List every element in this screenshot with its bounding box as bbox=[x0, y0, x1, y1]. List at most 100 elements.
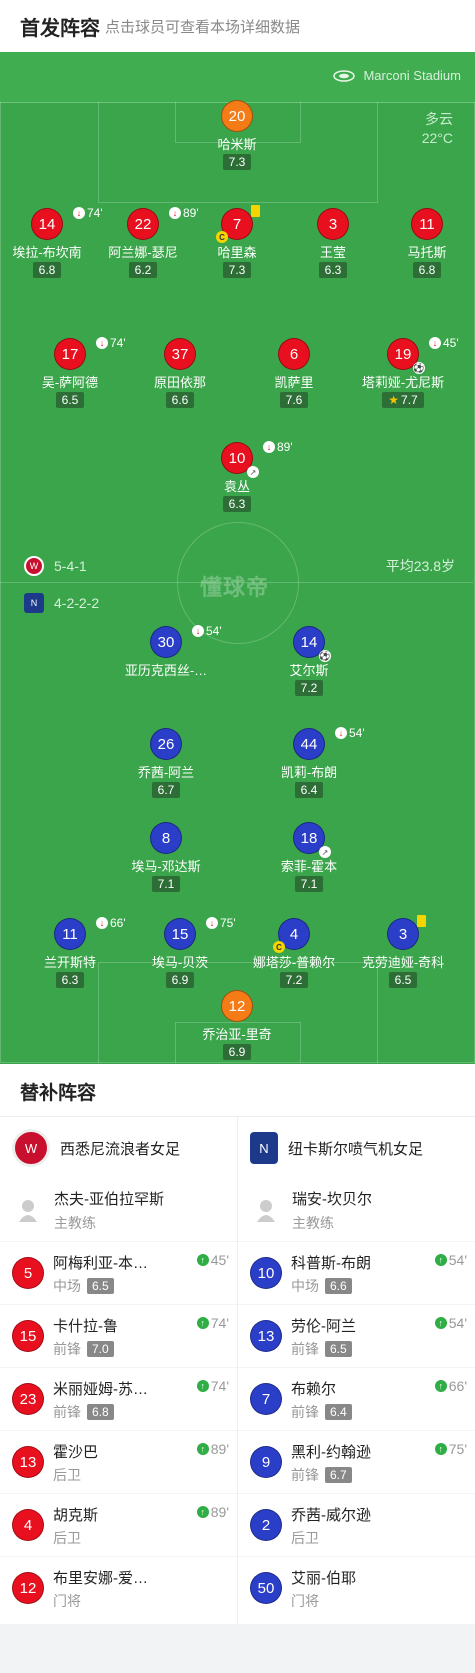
away-player[interactable]: 8 埃马-邓达斯 7.1 bbox=[106, 822, 226, 893]
sub-player-number: 50 bbox=[250, 1572, 282, 1604]
player-rating: 7.3 bbox=[222, 262, 252, 278]
sub-player-number: 12 bbox=[12, 1572, 44, 1604]
home-player-goalkeeper[interactable]: 20 哈米斯 7.3 bbox=[177, 100, 297, 171]
sub-player-row[interactable]: 13 霍沙巴 后卫 ↑ 89' bbox=[0, 1430, 237, 1493]
player-name: 乔茜-阿兰 bbox=[137, 765, 195, 780]
sub-player-name: 布里安娜-爱… bbox=[53, 1570, 148, 1587]
home-team-row[interactable]: W 西悉尼流浪者女足 bbox=[0, 1117, 237, 1179]
sub-off-icon: ↓ bbox=[96, 917, 108, 929]
sub-player-number: 10 bbox=[250, 1257, 282, 1289]
sub-player-row[interactable]: 2 乔茜-威尔逊 后卫 bbox=[238, 1493, 475, 1556]
sub-player-name: 劳伦-阿兰 bbox=[291, 1318, 356, 1335]
sub-player-row[interactable]: 15 卡什拉-鲁 前锋 7.0 ↑ 74' bbox=[0, 1304, 237, 1367]
yellow-card-icon bbox=[417, 915, 426, 927]
sub-player-row[interactable]: 9 黑利-约翰逊 前锋 6.7 ↑ 75' bbox=[238, 1430, 475, 1493]
player-rating: 6.5 bbox=[388, 972, 418, 988]
sub-on-icon: ↑ bbox=[434, 1443, 447, 1455]
sub-on-minute: ↑ 74' bbox=[196, 1315, 229, 1331]
away-coach-row[interactable]: 瑞安-坎贝尔 主教练 bbox=[238, 1179, 475, 1241]
sub-player-position: 后卫 bbox=[53, 1530, 81, 1546]
player-name: 亚历克西丝-… bbox=[124, 663, 208, 678]
away-player[interactable]: 3 克劳迪娅-奇科 6.5 bbox=[343, 915, 463, 989]
player-name: 塔莉娅-尤尼斯 bbox=[361, 375, 445, 390]
sub-player-position: 中场 bbox=[53, 1278, 81, 1294]
pitch: Marconi Stadium 多云 22°C 懂球帝 W 5-4-1 平均23… bbox=[0, 52, 475, 1064]
sub-player-name: 科普斯-布朗 bbox=[291, 1255, 371, 1272]
away-player[interactable]: ↓ 54' 44 凯莉-布朗 6.4 bbox=[249, 726, 369, 799]
coach-avatar-icon bbox=[252, 1196, 280, 1224]
sub-player-number: 2 bbox=[250, 1509, 282, 1541]
sub-on-minute: ↑ 66' bbox=[434, 1378, 467, 1394]
sub-player-rating: 6.7 bbox=[325, 1467, 352, 1483]
sub-player-position: 前锋 bbox=[53, 1404, 81, 1420]
sub-off-marker: ↓ 54' bbox=[192, 624, 222, 638]
player-name: 原田依那 bbox=[153, 375, 206, 390]
away-player[interactable]: 18 ↗ 索菲-霍本 7.1 bbox=[249, 822, 369, 893]
away-player-goalkeeper[interactable]: 12 乔治亚-里奇 6.9 bbox=[177, 990, 297, 1061]
captain-icon: C bbox=[273, 941, 285, 953]
player-number: 17 bbox=[54, 338, 86, 370]
sub-player-meta: 前锋 6.7 bbox=[291, 1465, 352, 1485]
player-name: 凯萨里 bbox=[274, 375, 314, 390]
home-player-forward[interactable]: ↓ 89' 10 ↗ 袁丛 6.3 bbox=[177, 440, 297, 513]
sub-player-position: 前锋 bbox=[291, 1341, 319, 1357]
stadium-info: Marconi Stadium bbox=[333, 68, 461, 83]
home-player[interactable]: 6 凯萨里 7.6 bbox=[234, 338, 354, 409]
home-substitutes: W 西悉尼流浪者女足 杰夫-亚伯拉罕斯 主教练 5 阿梅利亚-本… 中场 6.5 … bbox=[0, 1117, 237, 1619]
sub-player-row[interactable]: 12 布里安娜-爱… 门将 bbox=[0, 1556, 237, 1619]
sub-player-row[interactable]: 4 胡克斯 后卫 ↑ 89' bbox=[0, 1493, 237, 1556]
home-player[interactable]: 37 原田依那 6.6 bbox=[120, 338, 240, 409]
sub-on-icon: ↑ bbox=[196, 1506, 209, 1518]
away-player[interactable]: ↓ 54' 30 亚历克西丝-… bbox=[106, 624, 226, 679]
sub-player-position: 前锋 bbox=[291, 1404, 319, 1420]
temperature-text: 22°C bbox=[421, 130, 453, 146]
away-player-captain[interactable]: 4C 娜塔莎-普赖尔 7.2 bbox=[234, 918, 354, 989]
sub-player-number: 15 bbox=[12, 1320, 44, 1352]
sub-on-icon: ↑ bbox=[434, 1254, 447, 1266]
sub-off-icon: ↓ bbox=[335, 727, 347, 739]
sub-player-row[interactable]: 7 布赖尔 前锋 6.4 ↑ 66' bbox=[238, 1367, 475, 1430]
average-age: 平均23.8岁 bbox=[385, 558, 455, 574]
player-number: 10 ↗ bbox=[221, 442, 259, 478]
home-coach-row[interactable]: 杰夫-亚伯拉罕斯 主教练 bbox=[0, 1179, 237, 1241]
sub-on-icon: ↑ bbox=[196, 1254, 209, 1266]
player-rating: 7.1 bbox=[151, 876, 181, 892]
home-player[interactable]: 11 马托斯 6.8 bbox=[367, 208, 475, 279]
yellow-card-icon bbox=[251, 205, 260, 217]
sub-player-number: 13 bbox=[250, 1320, 282, 1352]
sub-player-row[interactable]: 23 米丽娅姆-苏… 前锋 6.8 ↑ 74' bbox=[0, 1367, 237, 1430]
sub-on-minute: ↑ 74' bbox=[196, 1378, 229, 1394]
player-number: 14 ⚽ bbox=[293, 626, 331, 662]
home-player[interactable]: ↓ 45' 19 ⚽ 塔莉娅-尤尼斯 ★ 7.7 bbox=[343, 336, 463, 409]
player-rating: 6.5 bbox=[55, 392, 85, 408]
sub-player-meta: 中场 6.5 bbox=[53, 1276, 114, 1296]
sub-player-name: 卡什拉-鲁 bbox=[53, 1318, 118, 1335]
player-number: 4C bbox=[273, 918, 310, 953]
substitutes-panel: 替补阵容 W 西悉尼流浪者女足 杰夫-亚伯拉罕斯 主教练 5 阿梅利亚-本… 中… bbox=[0, 1064, 475, 1624]
away-team-row[interactable]: N 纽卡斯尔喷气机女足 bbox=[238, 1117, 475, 1179]
coach-name: 瑞安-坎贝尔 bbox=[292, 1190, 372, 1208]
home-player[interactable]: ↓ 74' 17 吴-萨阿德 6.5 bbox=[10, 336, 130, 409]
sub-player-row[interactable]: 13 劳伦-阿兰 前锋 6.5 ↑ 54' bbox=[238, 1304, 475, 1367]
sub-player-row[interactable]: 50 艾丽-伯耶 门将 bbox=[238, 1556, 475, 1619]
sub-player-meta: 前锋 7.0 bbox=[53, 1339, 114, 1359]
player-name: 埃马-邓达斯 bbox=[131, 859, 201, 874]
sub-player-row[interactable]: 10 科普斯-布朗 中场 6.6 ↑ 54' bbox=[238, 1241, 475, 1304]
player-number: 44 bbox=[293, 728, 325, 760]
sub-player-number: 13 bbox=[12, 1446, 44, 1478]
away-player[interactable]: ↓ 66' 11 兰开斯特 6.3 bbox=[10, 916, 130, 989]
player-number: 11 bbox=[411, 208, 443, 240]
coach-avatar-icon bbox=[14, 1196, 42, 1224]
away-player[interactable]: 26 乔茜-阿兰 6.7 bbox=[106, 728, 226, 799]
player-rating: 6.2 bbox=[128, 262, 158, 278]
sub-player-name: 霍沙巴 bbox=[53, 1444, 99, 1461]
sub-on-minute: ↑ 75' bbox=[434, 1441, 467, 1457]
sub-player-row[interactable]: 5 阿梅利亚-本… 中场 6.5 ↑ 45' bbox=[0, 1241, 237, 1304]
player-name: 娜塔莎-普赖尔 bbox=[252, 955, 336, 970]
sub-off-icon: ↓ bbox=[429, 337, 441, 349]
pitch-top-bar: Marconi Stadium bbox=[0, 52, 475, 103]
away-player[interactable]: ↓ 75' 15 埃马-贝茨 6.9 bbox=[120, 916, 240, 989]
away-player[interactable]: 14 ⚽ 艾尔斯 7.2 bbox=[249, 626, 369, 697]
sub-player-name: 布赖尔 bbox=[291, 1381, 337, 1398]
sub-player-rating: 6.5 bbox=[87, 1278, 114, 1294]
